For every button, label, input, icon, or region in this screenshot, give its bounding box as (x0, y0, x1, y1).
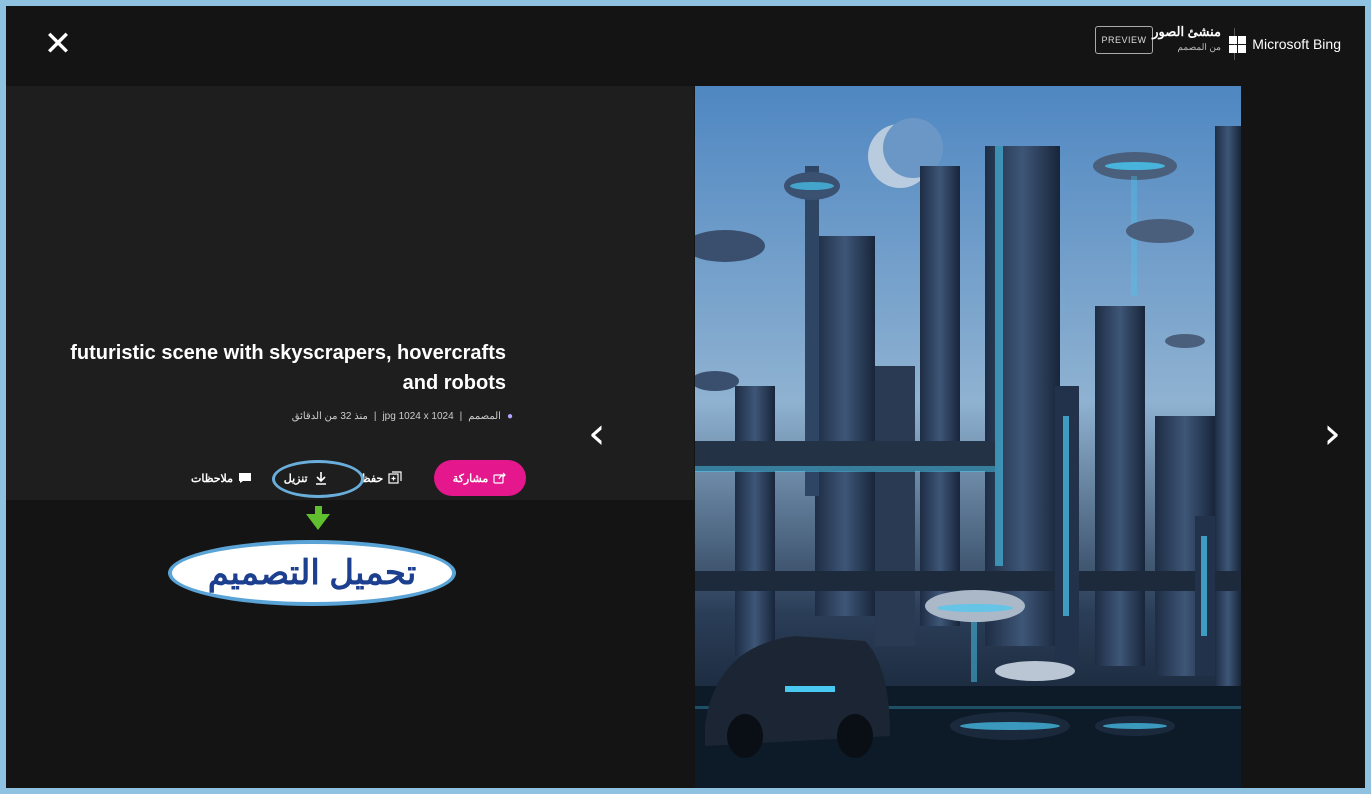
top-bar: ✕ PREVIEW منشئ الصور من المصمم Microsoft… (6, 6, 1365, 86)
image-title: futuristic scene with skyscrapers, hover… (70, 342, 506, 394)
feedback-label: ملاحظات (191, 472, 233, 485)
annotation-arrow-icon (306, 514, 330, 530)
feedback-button[interactable]: ملاحظات (191, 472, 252, 485)
comment-icon (239, 473, 251, 483)
share-label: مشاركة (452, 472, 489, 485)
meta-format: jpg 1024 x 1024 (382, 411, 454, 422)
meta-creator: المصمم (468, 411, 501, 422)
gallery-subtitle: من المصمم (1177, 42, 1221, 52)
preview-badge: PREVIEW (1095, 26, 1153, 54)
generated-image[interactable] (695, 86, 1241, 788)
next-image-chevron-icon[interactable]: › (1323, 408, 1341, 459)
add-collection-icon (388, 471, 402, 484)
annotation-callout: تحميل التصميم (168, 540, 456, 606)
save-button[interactable]: حفظ (360, 471, 402, 485)
previous-image-chevron-icon[interactable]: ‹ (588, 408, 606, 459)
image-creator-link[interactable]: منشئ الصور من المصمم (1152, 24, 1221, 53)
image-viewer-overlay: ✕ PREVIEW منشئ الصور من المصمم Microsoft… (6, 6, 1365, 788)
close-icon[interactable]: ✕ (40, 26, 76, 62)
creator-icon: ● (506, 411, 513, 422)
image-meta: منذ 32 من الدقائق | jpg 1024 x 1024 | ال… (291, 411, 513, 422)
gallery-title: منشئ الصور (1152, 24, 1221, 39)
download-highlight-oval (272, 460, 364, 498)
share-button[interactable]: مشاركة (434, 460, 526, 496)
microsoft-logo-icon (1229, 35, 1247, 53)
bing-brand[interactable]: Microsoft Bing (1229, 30, 1341, 58)
meta-time: منذ 32 من الدقائق (291, 411, 368, 422)
brand-name: Microsoft Bing (1252, 36, 1341, 52)
futuristic-city-illustration (695, 86, 1241, 788)
share-icon (493, 472, 507, 484)
